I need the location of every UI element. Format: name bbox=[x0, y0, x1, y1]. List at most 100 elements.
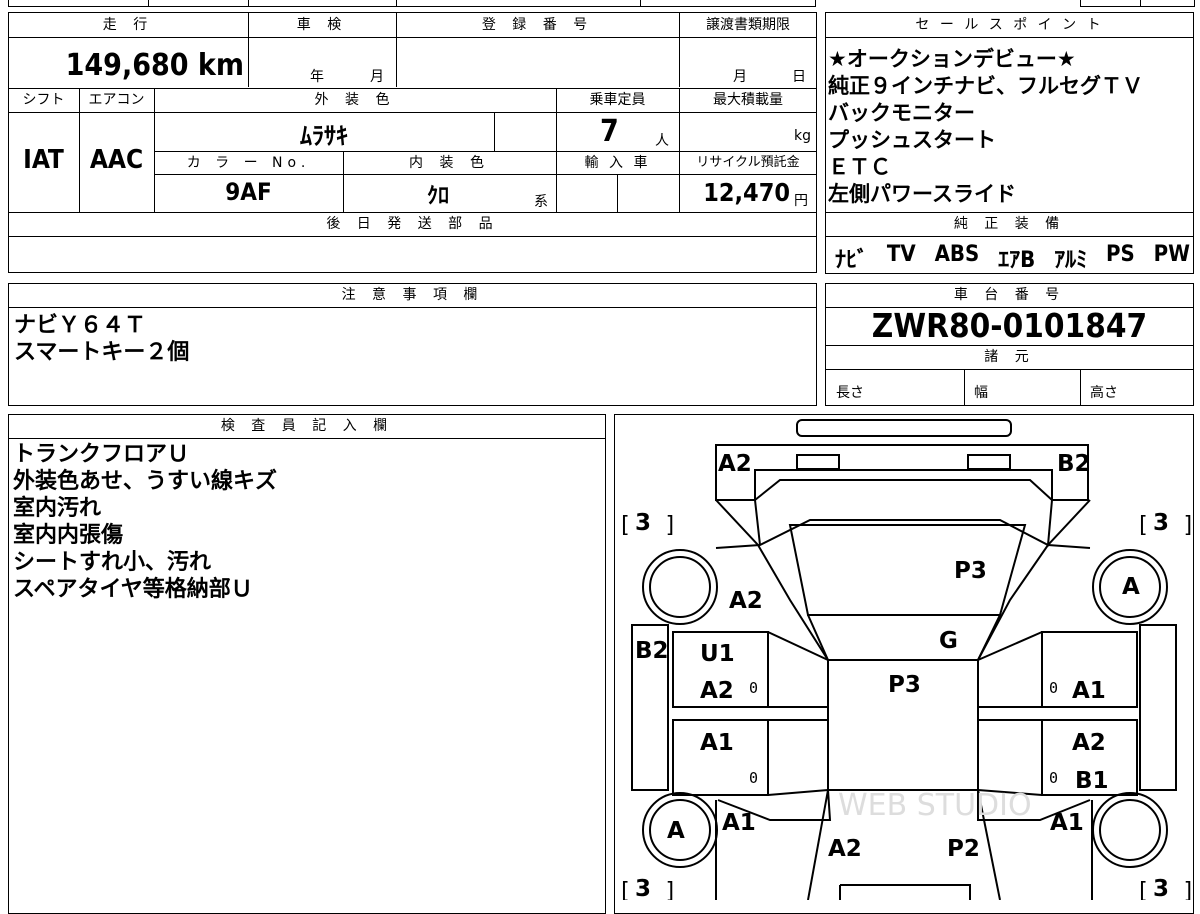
damage-right-door-rear-1: A2 bbox=[1072, 730, 1106, 756]
equipment-item-airbag: ｴｱB bbox=[998, 248, 1036, 273]
damage-front-left: A2 bbox=[718, 451, 752, 477]
inspector-line: スペアタイヤ等格納部Ｕ bbox=[13, 577, 253, 602]
damage-wheel-fr: A bbox=[1122, 574, 1140, 600]
damage-right-door-front: A1 bbox=[1072, 678, 1106, 704]
damage-rear-right: P2 bbox=[947, 836, 980, 862]
notes-list: ナビＹ６４Ｔ スマートキー２個 bbox=[14, 312, 189, 366]
equipment-list: ﾅﾋﾞ TV ABS ｴｱB ｱﾙﾐ PS PW bbox=[835, 242, 1190, 274]
damage-left-door-front-2: A2 bbox=[700, 678, 734, 704]
watermark-text: WEB STUDIO bbox=[838, 788, 1032, 823]
damage-windshield: G bbox=[939, 628, 958, 654]
damage-front-right: B2 bbox=[1057, 451, 1091, 477]
inspector-line: 外装色あせ、うすい線キズ bbox=[13, 469, 278, 494]
transfer-month-unit: 月 bbox=[733, 69, 747, 85]
damage-left-mirror: B2 bbox=[635, 638, 669, 664]
capacity-label: 乗車定員 bbox=[589, 92, 646, 108]
damage-left-door-rear: A1 bbox=[700, 730, 734, 756]
inspection-year-unit: 年 bbox=[310, 69, 324, 85]
tire-rl-count: 3 bbox=[635, 876, 652, 902]
damage-left-quarter: A1 bbox=[722, 810, 756, 836]
mileage-label: 走 行 bbox=[102, 17, 154, 33]
svg-text:]: ] bbox=[664, 879, 677, 900]
svg-text:]: ] bbox=[1182, 879, 1194, 900]
tire-rr-count: 3 bbox=[1153, 876, 1170, 902]
interior-color-suffix: 系 bbox=[534, 194, 548, 210]
tire-fl-bracket: [ bbox=[618, 513, 631, 538]
damage-right-quarter: A1 bbox=[1050, 810, 1084, 836]
tire-fl-count: 3 bbox=[635, 510, 652, 536]
inspector-label: 検 査 員 記 入 欄 bbox=[220, 418, 394, 434]
inspector-list: トランクフロアＵ 外装色あせ、うすい線キズ 室内汚れ 室内内張傷 シートすれ小、… bbox=[13, 441, 277, 603]
equipment-item-alloy: ｱﾙﾐ bbox=[1054, 248, 1088, 273]
sales-point-line: 純正９インチナビ、フルセグＴＶ bbox=[828, 74, 1143, 98]
damage-wheel-rl: A bbox=[667, 818, 685, 844]
svg-text:]: ] bbox=[1182, 513, 1194, 538]
sales-point-line: プッシュスタート bbox=[828, 128, 996, 152]
sales-points-label: セ ー ル ス ポ イ ン ト bbox=[915, 17, 1104, 33]
note-line: スマートキー２個 bbox=[14, 340, 190, 365]
damage-left-door-front-1: U1 bbox=[700, 641, 735, 667]
mileage-value: 149,680 km bbox=[65, 48, 244, 83]
chassis-value: ZWR80-0101847 bbox=[871, 306, 1148, 345]
sales-point-line: ★オークションデビュー★ bbox=[828, 47, 1076, 71]
zero-mark: 0 bbox=[749, 679, 759, 697]
sales-point-line: ＥＴＣ bbox=[828, 155, 891, 179]
damage-right-door-rear-2: B1 bbox=[1075, 768, 1109, 794]
inspector-line: 室内汚れ bbox=[13, 496, 102, 521]
interior-color-value: ｸﾛ bbox=[426, 184, 449, 209]
sales-points-list: ★オークションデビュー★ 純正９インチナビ、フルセグＴＶ バックモニター プッシ… bbox=[828, 46, 1192, 208]
sales-point-line: 左側パワースライド bbox=[828, 182, 1016, 206]
exterior-color-value: ﾑﾗｻｷ bbox=[300, 122, 348, 150]
equipment-item-tv: TV bbox=[886, 242, 916, 267]
transfer-day-unit: 日 bbox=[792, 69, 806, 85]
shift-label: シフト bbox=[22, 92, 65, 108]
specs-label: 諸 元 bbox=[984, 349, 1035, 365]
later-parts-label: 後 日 発 送 部 品 bbox=[326, 216, 499, 232]
spec-height-label: 高さ bbox=[1090, 385, 1118, 401]
capacity-unit: 人 bbox=[655, 133, 669, 149]
registration-label: 登 録 番 号 bbox=[481, 17, 594, 33]
inspector-line: シートすれ小、汚れ bbox=[13, 550, 212, 575]
aircon-label: エアコン bbox=[88, 92, 145, 108]
inspection-month-unit: 月 bbox=[370, 69, 384, 85]
note-line: ナビＹ６４Ｔ bbox=[14, 313, 147, 338]
zero-mark: 0 bbox=[1049, 769, 1059, 787]
equipment-item-navi: ﾅﾋﾞ bbox=[835, 248, 869, 273]
tire-fr-count: 3 bbox=[1153, 510, 1170, 536]
recycle-fee-value: 12,470 bbox=[703, 178, 790, 207]
inspector-line: トランクフロアＵ bbox=[13, 442, 190, 467]
exterior-color-label: 外 装 色 bbox=[314, 92, 396, 108]
shift-value: IAT bbox=[23, 145, 64, 175]
spec-width-label: 幅 bbox=[974, 385, 988, 401]
notes-label: 注 意 事 項 欄 bbox=[341, 287, 484, 303]
equipment-label: 純 正 装 備 bbox=[953, 216, 1066, 232]
capacity-value: 7 bbox=[600, 114, 619, 149]
svg-text:[: [ bbox=[1136, 879, 1149, 900]
sales-point-line: バックモニター bbox=[828, 101, 975, 125]
aircon-value: AAC bbox=[89, 145, 144, 175]
damage-left-fender: A2 bbox=[729, 588, 763, 614]
damage-rear-left: A2 bbox=[828, 836, 862, 862]
color-no-label: カ ラ ー No. bbox=[186, 155, 311, 171]
equipment-item-abs: ABS bbox=[934, 242, 980, 267]
svg-text:[: [ bbox=[1136, 513, 1149, 538]
max-load-unit: kg bbox=[794, 128, 811, 144]
equipment-item-pw: PW bbox=[1153, 242, 1190, 267]
damage-roof: P3 bbox=[888, 672, 921, 698]
spec-length-label: 長さ bbox=[836, 385, 864, 401]
equipment-item-ps: PS bbox=[1105, 242, 1135, 267]
transfer-deadline-label: 譲渡書類期限 bbox=[706, 17, 790, 33]
damage-hood: P3 bbox=[954, 558, 987, 584]
color-no-value: 9AF bbox=[225, 178, 272, 206]
svg-text:[: [ bbox=[618, 879, 631, 900]
interior-color-label: 内 装 色 bbox=[409, 155, 490, 171]
max-load-label: 最大積載量 bbox=[713, 92, 783, 108]
svg-text:]: ] bbox=[664, 513, 677, 538]
inspection-label: 車 検 bbox=[296, 17, 348, 33]
inspector-line: 室内内張傷 bbox=[13, 523, 124, 548]
import-car-label: 輸 入 車 bbox=[584, 155, 651, 171]
zero-mark: 0 bbox=[749, 769, 759, 787]
zero-mark: 0 bbox=[1049, 679, 1059, 697]
top-cutoff-strip bbox=[8, 0, 816, 7]
chassis-label: 車 台 番 号 bbox=[953, 287, 1066, 303]
